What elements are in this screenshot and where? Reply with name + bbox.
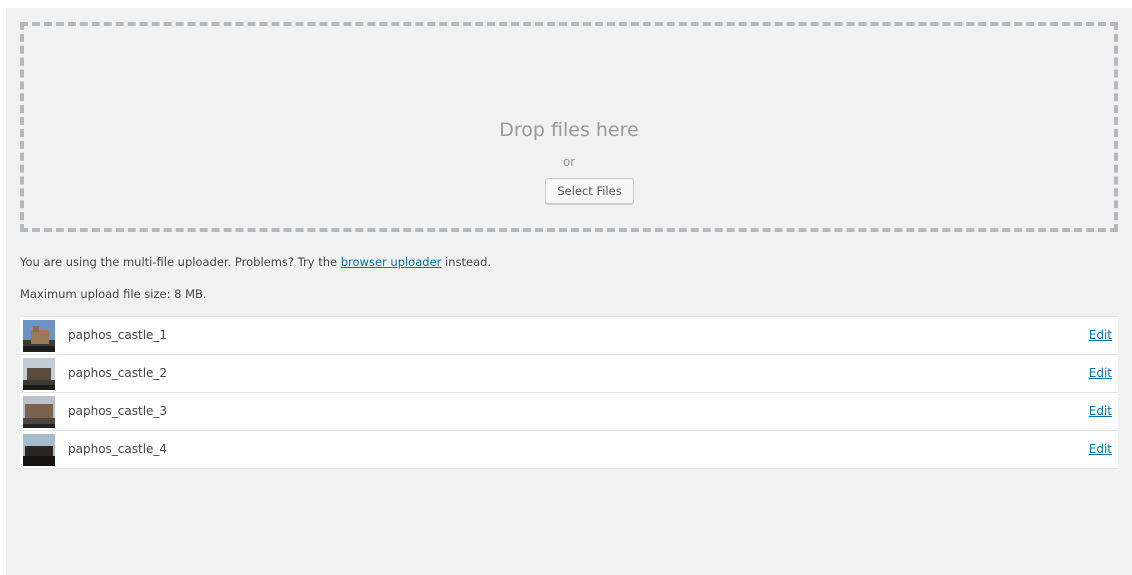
file-name: paphos_castle_2 <box>68 366 168 380</box>
file-row: paphos_castle_2 Edit <box>20 355 1118 393</box>
castle-photo-thumbnail-icon <box>23 396 55 428</box>
max-upload-size: Maximum upload file size: 8 MB. <box>20 287 207 301</box>
file-row: paphos_castle_4 Edit <box>20 431 1118 469</box>
uploader-info-suffix: instead. <box>445 255 492 269</box>
drop-title: Drop files here <box>499 119 639 141</box>
select-files-button[interactable]: Select Files <box>545 178 634 204</box>
drop-or-text: or <box>562 155 576 169</box>
file-name: paphos_castle_1 <box>68 328 168 342</box>
browser-uploader-link[interactable]: browser uploader <box>341 255 442 269</box>
drop-zone[interactable]: Drop files here or Select Files <box>20 22 1118 232</box>
uploaded-file-list: paphos_castle_1 Edit paphos_castle_2 Edi… <box>20 316 1118 469</box>
castle-photo-thumbnail-icon <box>23 320 55 352</box>
uploader-info: You are using the multi-file uploader. P… <box>20 254 491 270</box>
edit-link[interactable]: Edit <box>1089 365 1112 381</box>
file-name: paphos_castle_3 <box>68 404 168 418</box>
file-row: paphos_castle_1 Edit <box>20 316 1118 355</box>
edit-link[interactable]: Edit <box>1089 441 1112 457</box>
media-uploader-panel: Drop files here or Select Files You are … <box>6 8 1132 575</box>
file-name: paphos_castle_4 <box>68 442 168 456</box>
castle-photo-thumbnail-icon <box>23 434 55 466</box>
edit-link[interactable]: Edit <box>1089 403 1112 419</box>
file-row: paphos_castle_3 Edit <box>20 393 1118 431</box>
uploader-info-prefix: You are using the multi-file uploader. P… <box>20 255 338 269</box>
castle-photo-thumbnail-icon <box>23 358 55 390</box>
edit-link[interactable]: Edit <box>1089 327 1112 343</box>
